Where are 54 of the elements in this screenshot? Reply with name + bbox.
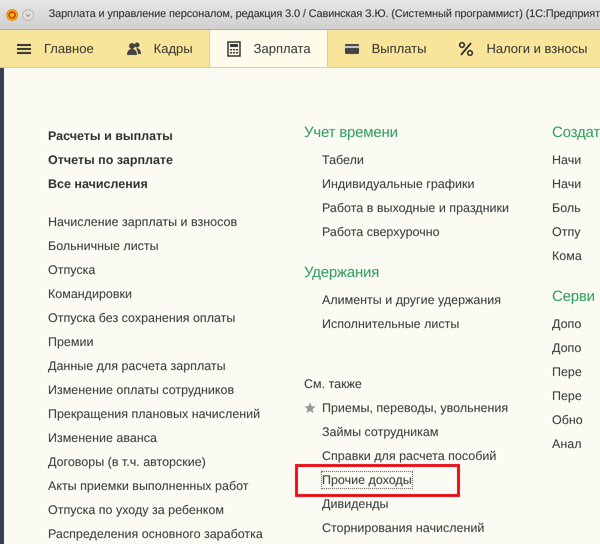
section-link[interactable]: Отчеты по зарплате <box>48 148 304 172</box>
menu-link[interactable]: Допо <box>552 312 600 336</box>
section-link[interactable]: Все начисления <box>48 172 304 196</box>
group-heading: Создат <box>552 124 600 143</box>
document-link[interactable]: Начисление зарплаты и взносов <box>48 210 304 234</box>
menu-link[interactable]: Обно <box>552 408 600 432</box>
document-link[interactable]: Распределения основного заработка <box>48 522 304 544</box>
people-icon <box>126 40 142 56</box>
percent-icon <box>458 40 474 56</box>
group-heading: Учет времени <box>304 123 399 143</box>
document-link[interactable]: Данные для расчета зарплаты <box>48 354 304 378</box>
see-also-label: См. также <box>304 376 363 393</box>
menu-link[interactable]: Алименты и другие удержания <box>304 288 552 312</box>
document-link[interactable]: Командировки <box>48 282 304 306</box>
menu-link[interactable]: Займы сотрудникам <box>322 424 438 440</box>
document-link[interactable]: Договоры (в т.ч. авторские) <box>48 450 304 474</box>
menu-link[interactable]: Пере <box>552 360 600 384</box>
menu-link[interactable]: Приемы, переводы, увольнения <box>322 400 508 416</box>
document-link[interactable]: Изменение оплаты сотрудников <box>48 378 304 402</box>
document-link[interactable]: Отпуска <box>48 258 304 282</box>
menu-link[interactable]: Дивиденды <box>322 496 388 512</box>
section-tab[interactable]: Налоги и взносы <box>442 30 600 67</box>
menu-link[interactable]: Исполнительные листы <box>304 312 552 336</box>
section-tab[interactable]: Выплаты <box>328 30 442 67</box>
menu-link[interactable]: Индивидуальные графики <box>304 172 552 196</box>
menu-link[interactable]: Работа в выходные и праздники <box>304 196 552 220</box>
document-link[interactable]: Отпуска по уходу за ребенком <box>48 498 304 522</box>
section-tab[interactable]: Главное <box>0 30 110 67</box>
menu-link[interactable]: Начи <box>552 172 600 196</box>
section-tab[interactable]: Зарплата <box>208 30 328 67</box>
menu-link[interactable]: Работа сверхурочно <box>304 220 552 244</box>
window-title: Зарплата и управление персоналом, редакция 3.0 / Савинская З.Ю. (Системный программист) (1С:Предприят <box>48 7 600 22</box>
menu-link[interactable]: Сторнирования начислений <box>322 520 484 536</box>
document-link[interactable]: Прекращения плановых начислений <box>48 402 304 426</box>
menu-link[interactable]: Боль <box>552 196 600 220</box>
menu-link[interactable]: Анал <box>552 432 600 456</box>
group-heading: Серви <box>552 287 596 307</box>
calculator-icon <box>226 40 242 56</box>
menu-link[interactable]: Начи <box>552 148 600 172</box>
group-heading: Удержания <box>304 263 380 283</box>
menu-link[interactable]: Прочие доходы <box>322 472 412 488</box>
document-link[interactable]: Изменение аванса <box>48 426 304 450</box>
menu-link[interactable]: Допо <box>552 336 600 360</box>
document-link[interactable]: Больничные листы <box>48 234 304 258</box>
section-link[interactable]: Расчеты и выплаты <box>48 124 304 148</box>
menu-link[interactable]: Пере <box>552 384 600 408</box>
menu-link[interactable]: Отпу <box>552 220 600 244</box>
menu-link[interactable]: Кома <box>552 244 600 268</box>
menu-link[interactable]: Табели <box>304 148 552 172</box>
document-link[interactable]: Акты приемки выполненных работ <box>48 474 304 498</box>
section-tab[interactable]: Кадры <box>110 30 209 67</box>
menu-link[interactable]: Справки для расчета пособий <box>322 448 496 464</box>
document-link[interactable]: Отпуска без сохранения оплаты <box>48 306 304 330</box>
document-link[interactable]: Премии <box>48 330 304 354</box>
